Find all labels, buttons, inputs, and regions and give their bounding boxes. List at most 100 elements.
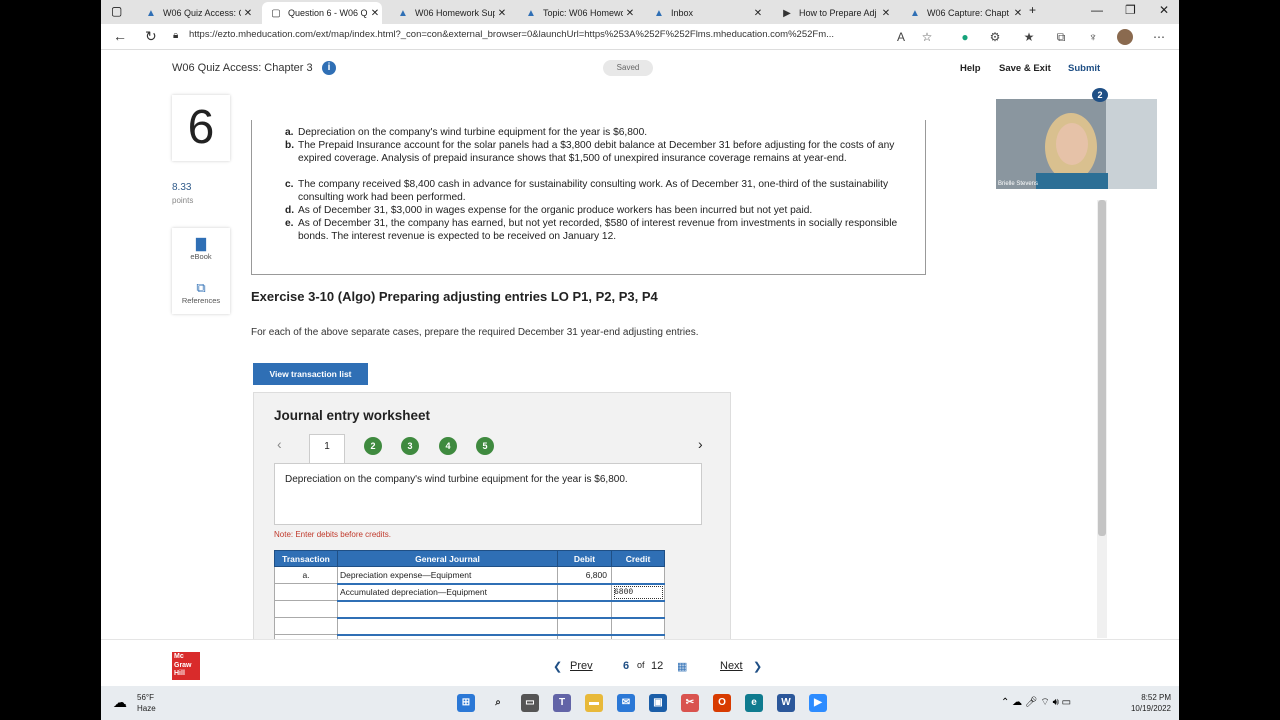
edge-icon[interactable]: e: [745, 694, 763, 712]
credit-field[interactable]: [611, 617, 665, 636]
step-2[interactable]: 2: [364, 437, 382, 455]
collections-icon[interactable]: ⧉: [1053, 29, 1069, 45]
prev-link[interactable]: Prev: [570, 660, 593, 672]
debit-field[interactable]: [557, 617, 612, 636]
step-3[interactable]: 3: [401, 437, 419, 455]
step-5[interactable]: 5: [476, 437, 494, 455]
browser-tab[interactable]: ▲ Topic: W06 Homewo ✕: [517, 2, 637, 24]
close-icon[interactable]: ✕: [751, 8, 765, 19]
chevron-right-icon[interactable]: ❯: [753, 660, 762, 673]
browser-tab[interactable]: ▲ W06 Homework Sup ✕: [389, 2, 509, 24]
snipping-tool-icon[interactable]: ✂: [681, 694, 699, 712]
browser-window: ▢ ▲W06 Quiz Access: Ch✕▢Question 6 - W06…: [101, 0, 1179, 720]
canvas-icon: ▲: [526, 7, 536, 19]
lock-icon[interactable]: 🔒︎: [173, 30, 178, 41]
close-icon[interactable]: ✕: [495, 8, 509, 19]
transaction-description: Depreciation on the company's wind turbi…: [285, 474, 628, 485]
scrollbar[interactable]: [1097, 200, 1107, 638]
case-e: e. As of December 31, the company has ear…: [285, 218, 898, 242]
submit-link[interactable]: Submit: [1068, 63, 1100, 74]
credit-field[interactable]: [611, 600, 665, 619]
tab-label: Question 6 - W06 Qu: [288, 8, 368, 18]
transaction-description-box: Depreciation on the company's wind turbi…: [274, 463, 702, 525]
mail-icon[interactable]: ✉: [617, 694, 635, 712]
chevron-right-icon[interactable]: ›: [698, 436, 703, 452]
debit-field[interactable]: [557, 583, 612, 602]
scrollbar-thumb[interactable]: [1098, 200, 1106, 536]
tab-label: W06 Capture: Chapt: [927, 8, 1010, 18]
rewards-icon[interactable]: ♆: [1085, 29, 1101, 45]
read-aloud-icon[interactable]: A: [893, 29, 909, 45]
close-icon[interactable]: ✕: [879, 8, 893, 19]
ebook-button[interactable]: ▇ eBook: [172, 236, 230, 261]
side-tools: ▇ eBook ⧉ References: [172, 228, 230, 314]
profile-avatar-icon[interactable]: [1117, 29, 1133, 45]
search-icon[interactable]: ⌕: [489, 694, 507, 712]
new-tab-icon[interactable]: +: [1029, 3, 1036, 17]
col-transaction: Transaction: [274, 550, 338, 567]
references-button[interactable]: ⧉ References: [172, 280, 230, 305]
browser-tab[interactable]: ▲ W06 Capture: Chapt ✕: [901, 2, 1025, 24]
favorites-bar-icon[interactable]: ★: [1021, 29, 1037, 45]
office-icon[interactable]: O: [713, 694, 731, 712]
quiz-title: W06 Quiz Access: Chapter 3: [172, 62, 313, 74]
weather-icon[interactable]: ☁: [113, 694, 127, 711]
total-pages: 12: [651, 660, 664, 672]
back-icon[interactable]: ←: [113, 28, 127, 44]
chevron-left-icon[interactable]: ‹: [277, 436, 282, 452]
file-explorer-icon[interactable]: ▬: [585, 694, 603, 712]
close-window-icon[interactable]: ✕: [1159, 3, 1169, 17]
word-icon[interactable]: W: [777, 694, 795, 712]
question-number: 6: [172, 95, 230, 161]
save-exit-link[interactable]: Save & Exit: [999, 63, 1051, 74]
debit-field[interactable]: 6,800: [557, 566, 612, 585]
view-transaction-list-button[interactable]: View transaction list: [253, 363, 368, 385]
tab-label: W06 Quiz Access: Ch: [163, 8, 241, 18]
start-icon[interactable]: ⊞: [457, 694, 475, 712]
step-4[interactable]: 4: [439, 437, 457, 455]
account-field[interactable]: [337, 600, 558, 619]
zoom-icon[interactable]: ▶: [809, 694, 827, 712]
app-header: W06 Quiz Access: Chapter 3 i Saved Help …: [101, 50, 1179, 90]
store-icon[interactable]: ▣: [649, 694, 667, 712]
maximize-icon[interactable]: ❐: [1125, 3, 1136, 17]
browser-tab[interactable]: ▶ How to Prepare Adj ✕: [773, 2, 893, 24]
info-icon[interactable]: i: [322, 61, 336, 75]
close-icon[interactable]: ✕: [368, 8, 382, 19]
browser-tab[interactable]: ▲ W06 Quiz Access: Ch✕: [137, 2, 255, 24]
account-field[interactable]: [337, 617, 558, 636]
tab-actions-icon[interactable]: ▢: [111, 4, 122, 18]
favorite-icon[interactable]: ☆: [919, 29, 935, 45]
extensions-icon[interactable]: ⚙: [987, 29, 1003, 45]
browser-tab[interactable]: ▲ Inbox ✕: [645, 2, 765, 24]
close-icon[interactable]: ✕: [623, 8, 637, 19]
clock[interactable]: 8:52 PM 10/19/2022: [1121, 692, 1171, 714]
next-link[interactable]: Next: [720, 660, 743, 672]
grid-view-icon[interactable]: ▦: [677, 660, 687, 673]
system-tray-icons[interactable]: ⌃ ☁ 🎤︎ ⌔ 🔊︎ ▭: [1001, 696, 1071, 709]
chevron-left-icon[interactable]: ❮: [553, 660, 562, 673]
credit-field[interactable]: [611, 566, 665, 585]
step-current[interactable]: 1: [309, 434, 345, 464]
teams-icon[interactable]: T: [553, 694, 571, 712]
close-icon[interactable]: ✕: [1011, 8, 1025, 19]
refresh-icon[interactable]: ↻: [145, 28, 157, 45]
task-view-icon[interactable]: ▭: [521, 694, 539, 712]
mcgraw-hill-logo: Mc Graw Hill: [172, 652, 200, 680]
debit-field[interactable]: [557, 600, 612, 619]
notification-badge: 2: [1092, 88, 1108, 102]
minimize-icon[interactable]: —: [1091, 3, 1103, 17]
current-page: 6: [623, 660, 630, 672]
grammarly-icon[interactable]: ●: [957, 29, 973, 45]
close-icon[interactable]: ✕: [241, 8, 255, 19]
webcam-overlay[interactable]: Brielle Stevens: [996, 99, 1157, 189]
weather-widget[interactable]: 56°F Haze: [137, 692, 156, 714]
more-menu-icon[interactable]: ⋯: [1151, 29, 1167, 45]
help-link[interactable]: Help: [960, 63, 981, 74]
account-field[interactable]: Depreciation expense—Equipment: [337, 566, 558, 585]
credit-field-active[interactable]: 6800: [611, 583, 665, 602]
account-field[interactable]: Accumulated depreciation—Equipment: [337, 583, 558, 602]
browser-tab[interactable]: ▢ Question 6 - W06 Qu ✕: [262, 2, 382, 24]
table-row: [274, 600, 665, 619]
url-field[interactable]: https://ezto.mheducation.com/ext/map/ind…: [189, 29, 899, 45]
